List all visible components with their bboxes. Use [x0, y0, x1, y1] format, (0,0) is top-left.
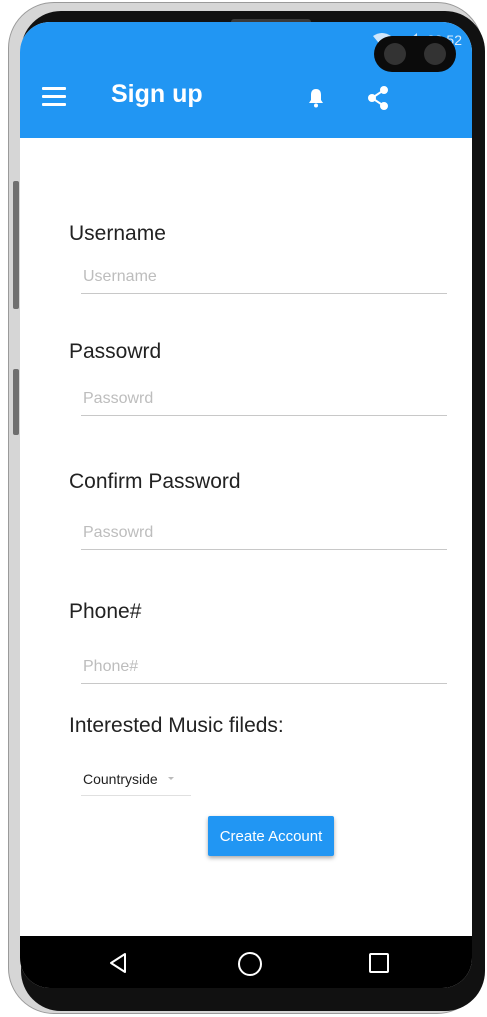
password-field[interactable]	[81, 382, 447, 416]
page-title: Sign up	[111, 80, 203, 108]
confirm-password-label: Confirm Password	[69, 470, 241, 493]
username-field[interactable]	[81, 260, 447, 294]
username-label: Username	[69, 222, 166, 245]
camera-lens	[384, 43, 406, 65]
share-icon[interactable]	[364, 84, 392, 112]
confirm-password-field[interactable]	[81, 516, 447, 550]
back-icon[interactable]	[106, 951, 130, 975]
password-label: Passowrd	[69, 340, 162, 363]
app-bar: 23:52 Sign up	[20, 22, 472, 138]
menu-icon[interactable]	[40, 85, 70, 109]
navigation-bar	[20, 936, 472, 988]
chevron-down-icon	[167, 777, 174, 780]
music-dropdown-value: Countryside	[83, 770, 158, 787]
music-dropdown[interactable]: Countryside	[81, 762, 191, 796]
recent-apps-icon[interactable]	[369, 953, 389, 973]
side-button-power	[13, 369, 19, 435]
create-account-button[interactable]: Create Account	[208, 816, 334, 856]
phone-field[interactable]	[81, 650, 447, 684]
camera-lens	[424, 43, 446, 65]
front-camera	[374, 36, 456, 72]
side-button-volume	[13, 181, 19, 309]
bell-icon[interactable]	[304, 86, 328, 110]
phone-label: Phone#	[69, 600, 142, 623]
app-screen: 23:52 Sign up Username Passowrd Confirm …	[20, 22, 472, 988]
music-label: Interested Music fileds:	[69, 714, 284, 737]
home-icon[interactable]	[238, 952, 262, 976]
